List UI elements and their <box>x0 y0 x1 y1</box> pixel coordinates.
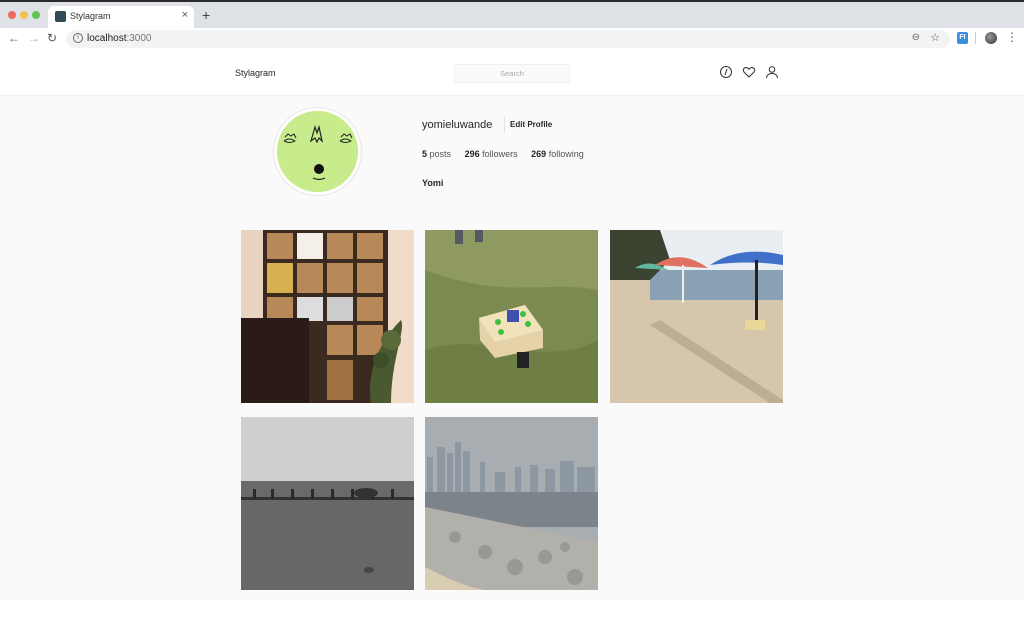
url-host: localhost <box>87 33 127 44</box>
back-icon[interactable]: ← <box>8 31 20 45</box>
posts-count: 5 <box>422 149 428 159</box>
browser-profile-avatar[interactable] <box>985 32 997 44</box>
search-input[interactable]: Search <box>454 64 570 83</box>
following-label: following <box>548 149 584 159</box>
url-port: :3000 <box>126 33 152 44</box>
profile-full-name: Yomi <box>422 178 444 188</box>
profile-avatar[interactable] <box>273 107 362 196</box>
extension-icon[interactable]: FI <box>957 32 968 44</box>
brand-logo[interactable]: Stylagram <box>235 68 276 78</box>
post-thumbnail[interactable] <box>610 230 783 403</box>
posts-label: posts <box>429 149 452 159</box>
toolbar-divider <box>975 32 976 44</box>
minimize-window-button[interactable] <box>20 11 28 19</box>
url-text[interactable]: localhost:3000 <box>87 33 152 44</box>
post-thumbnail[interactable] <box>425 417 598 590</box>
app-header: Stylagram Search <box>0 50 1024 96</box>
forward-icon[interactable]: → <box>28 31 40 45</box>
tab-title: Stylagram <box>70 11 111 21</box>
profile-stats: 5 posts 296 followers 269 following <box>422 149 595 159</box>
browser-tab[interactable]: Stylagram × <box>48 6 194 28</box>
post-thumbnail[interactable] <box>425 230 598 403</box>
heart-icon[interactable] <box>742 65 756 79</box>
browser-chrome: Stylagram × + ← → ↻ i localhost:3000 ⊖ ☆… <box>0 0 1024 50</box>
profile-username: yomieluwande <box>422 119 493 131</box>
followers-count: 296 <box>464 149 480 159</box>
zoom-icon[interactable]: ⊖ <box>912 32 920 43</box>
maximize-window-button[interactable] <box>32 11 40 19</box>
window-border <box>0 0 1024 2</box>
reload-icon[interactable]: ↻ <box>47 31 57 45</box>
following-stat[interactable]: 269 following <box>531 149 584 159</box>
post-thumbnail[interactable] <box>241 417 414 590</box>
address-bar[interactable]: i localhost:3000 ⊖ ☆ <box>66 30 950 48</box>
followers-stat[interactable]: 296 followers <box>465 149 518 159</box>
bookmark-star-icon[interactable]: ☆ <box>930 31 940 44</box>
browser-menu-icon[interactable]: ⋮ <box>1006 30 1018 44</box>
edit-profile-button[interactable]: Edit Profile <box>504 117 557 133</box>
followers-label: followers <box>482 149 518 159</box>
tab-close-icon[interactable]: × <box>182 9 188 21</box>
following-count: 269 <box>531 149 547 159</box>
compass-icon[interactable] <box>719 65 733 79</box>
user-icon[interactable] <box>765 65 779 79</box>
avatar-face-image <box>277 111 358 192</box>
page: Stylagram Search yomieluwande Edit Profi… <box>0 50 1024 600</box>
info-icon[interactable]: i <box>73 33 83 43</box>
close-window-button[interactable] <box>8 11 16 19</box>
browser-toolbar: ← → ↻ i localhost:3000 ⊖ ☆ <box>0 28 1024 50</box>
posts-stat: 5 posts <box>422 149 451 159</box>
new-tab-button[interactable]: + <box>202 7 210 23</box>
post-thumbnail[interactable] <box>241 230 414 403</box>
favicon-icon <box>55 11 66 22</box>
